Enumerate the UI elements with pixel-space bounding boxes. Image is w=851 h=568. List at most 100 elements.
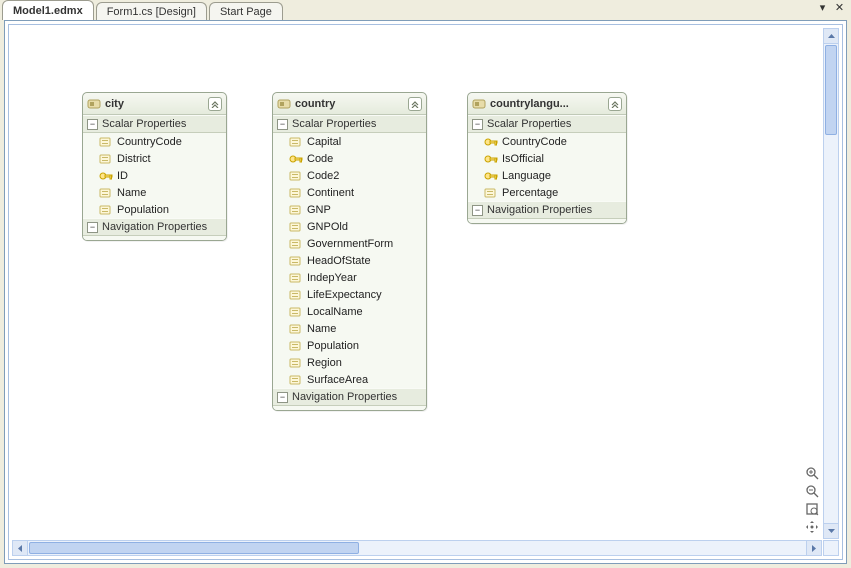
- property-row[interactable]: Name: [273, 320, 426, 337]
- entity-icon: [87, 97, 101, 111]
- scroll-up-arrow-icon[interactable]: [824, 29, 838, 44]
- scroll-thumb[interactable]: [825, 45, 837, 135]
- section-nav-body: [83, 236, 226, 240]
- vertical-scrollbar[interactable]: [823, 28, 839, 539]
- key-icon: [99, 170, 113, 182]
- section-scalar-header[interactable]: − Scalar Properties: [83, 115, 226, 133]
- section-scalar-body: CapitalCode Code2 Continent GNP GNPOld Govern…: [273, 133, 426, 388]
- scalar-property-icon: [289, 272, 303, 284]
- section-scalar-header[interactable]: − Scalar Properties: [273, 115, 426, 133]
- property-label: Name: [117, 187, 146, 199]
- scroll-down-arrow-icon[interactable]: [824, 523, 838, 538]
- property-row[interactable]: Code2: [273, 167, 426, 184]
- property-label: Code2: [307, 170, 339, 182]
- entity-countrylanguage[interactable]: countrylangu... − Scalar Properties Coun…: [467, 92, 627, 224]
- designer-canvas[interactable]: city − Scalar Properties CountryCode Dist…: [12, 28, 822, 539]
- entity-icon: [472, 97, 486, 111]
- property-row[interactable]: District: [83, 150, 226, 167]
- property-row[interactable]: HeadOfState: [273, 252, 426, 269]
- tab-label: Start Page: [220, 6, 272, 18]
- section-nav-header[interactable]: − Navigation Properties: [83, 218, 226, 236]
- tabstrip: Model1.edmx Form1.cs [Design] Start Page…: [0, 0, 851, 20]
- pan-icon[interactable]: [804, 519, 820, 535]
- property-row[interactable]: IndepYear: [273, 269, 426, 286]
- window-close-icon[interactable]: ✕: [834, 2, 845, 13]
- minus-icon[interactable]: −: [472, 205, 483, 216]
- scalar-property-icon: [289, 170, 303, 182]
- property-label: GovernmentForm: [307, 238, 393, 250]
- entity-collapse-button[interactable]: [608, 97, 622, 111]
- property-label: GNP: [307, 204, 331, 216]
- section-label: Scalar Properties: [102, 118, 186, 130]
- minus-icon[interactable]: −: [472, 119, 483, 130]
- designer-frame: city − Scalar Properties CountryCode Dist…: [4, 20, 847, 564]
- property-row[interactable]: ID: [83, 167, 226, 184]
- minus-icon[interactable]: −: [87, 119, 98, 130]
- entity-header[interactable]: city: [83, 93, 226, 115]
- scalar-property-icon: [289, 374, 303, 386]
- section-scalar-body: CountryCode IsOfficial LanguagePercentage: [468, 133, 626, 201]
- property-row[interactable]: Language: [468, 167, 626, 184]
- property-row[interactable]: GovernmentForm: [273, 235, 426, 252]
- section-nav-header[interactable]: − Navigation Properties: [273, 388, 426, 406]
- entity-city[interactable]: city − Scalar Properties CountryCode Dist…: [82, 92, 227, 241]
- property-row[interactable]: GNP: [273, 201, 426, 218]
- property-label: IsOfficial: [502, 153, 544, 165]
- section-label: Scalar Properties: [292, 118, 376, 130]
- property-label: Region: [307, 357, 342, 369]
- section-scalar-header[interactable]: − Scalar Properties: [468, 115, 626, 133]
- scalar-property-icon: [289, 204, 303, 216]
- tab-model[interactable]: Model1.edmx: [2, 0, 94, 20]
- property-label: District: [117, 153, 151, 165]
- scroll-right-arrow-icon[interactable]: [806, 541, 821, 555]
- zoom-fit-icon[interactable]: [804, 501, 820, 517]
- zoom-out-icon[interactable]: [804, 483, 820, 499]
- property-row[interactable]: GNPOld: [273, 218, 426, 235]
- property-row[interactable]: Capital: [273, 133, 426, 150]
- entity-title: city: [105, 98, 208, 110]
- key-icon: [289, 153, 303, 165]
- property-label: LifeExpectancy: [307, 289, 382, 301]
- property-row[interactable]: CountryCode: [468, 133, 626, 150]
- entity-header[interactable]: countrylangu...: [468, 93, 626, 115]
- section-label: Scalar Properties: [487, 118, 571, 130]
- window: Model1.edmx Form1.cs [Design] Start Page…: [0, 0, 851, 568]
- minus-icon[interactable]: −: [87, 222, 98, 233]
- entity-collapse-button[interactable]: [208, 97, 222, 111]
- property-row[interactable]: Continent: [273, 184, 426, 201]
- minus-icon[interactable]: −: [277, 392, 288, 403]
- horizontal-scrollbar[interactable]: [12, 540, 822, 556]
- property-row[interactable]: Region: [273, 354, 426, 371]
- scalar-property-icon: [99, 136, 113, 148]
- property-row[interactable]: CountryCode: [83, 133, 226, 150]
- property-row[interactable]: Name: [83, 184, 226, 201]
- entity-country[interactable]: country − Scalar Properties CapitalCodeC…: [272, 92, 427, 411]
- property-row[interactable]: Population: [83, 201, 226, 218]
- scroll-left-arrow-icon[interactable]: [13, 541, 28, 555]
- property-row[interactable]: SurfaceArea: [273, 371, 426, 388]
- window-dropdown-icon[interactable]: ▾: [817, 2, 828, 13]
- scroll-corner: [823, 540, 839, 556]
- tab-start[interactable]: Start Page: [209, 2, 283, 20]
- entity-header[interactable]: country: [273, 93, 426, 115]
- scalar-property-icon: [289, 221, 303, 233]
- scroll-thumb[interactable]: [29, 542, 359, 554]
- property-row[interactable]: IsOfficial: [468, 150, 626, 167]
- section-label: Navigation Properties: [102, 221, 207, 233]
- section-nav-header[interactable]: − Navigation Properties: [468, 201, 626, 219]
- minus-icon[interactable]: −: [277, 119, 288, 130]
- property-row[interactable]: LocalName: [273, 303, 426, 320]
- property-row[interactable]: LifeExpectancy: [273, 286, 426, 303]
- property-label: ID: [117, 170, 128, 182]
- property-row[interactable]: Population: [273, 337, 426, 354]
- property-row[interactable]: Code: [273, 150, 426, 167]
- tab-label: Form1.cs [Design]: [107, 6, 196, 18]
- scalar-property-icon: [289, 306, 303, 318]
- tab-form[interactable]: Form1.cs [Design]: [96, 2, 207, 20]
- entity-collapse-button[interactable]: [408, 97, 422, 111]
- zoom-in-icon[interactable]: [804, 465, 820, 481]
- scalar-property-icon: [289, 357, 303, 369]
- property-row[interactable]: Percentage: [468, 184, 626, 201]
- scalar-property-icon: [289, 136, 303, 148]
- scalar-property-icon: [289, 238, 303, 250]
